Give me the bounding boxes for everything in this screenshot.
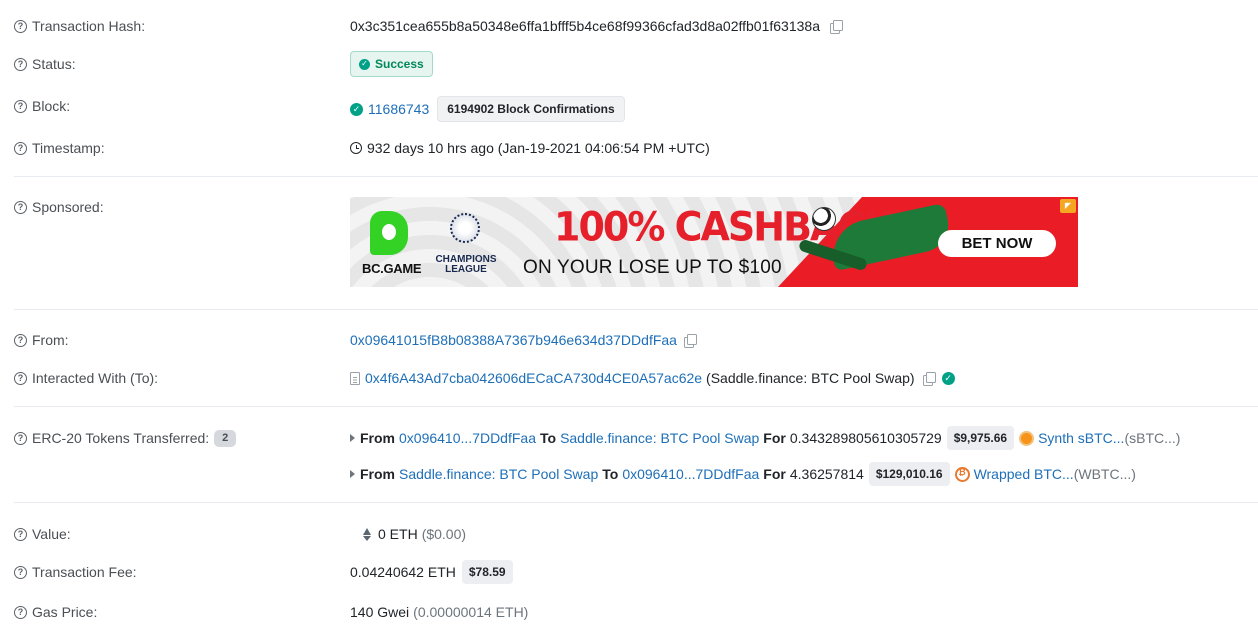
caret-right-icon[interactable] xyxy=(350,434,355,442)
gas-price-gwei: 140 Gwei xyxy=(350,604,410,620)
sponsored-label: Sponsored: xyxy=(32,199,104,215)
divider xyxy=(14,406,1258,407)
divider xyxy=(14,502,1258,503)
value-label: Value: xyxy=(32,526,71,542)
help-icon[interactable]: ? xyxy=(14,333,27,347)
divider xyxy=(14,309,1258,310)
copy-icon[interactable] xyxy=(683,333,697,348)
ad-league: CHAMPIONS LEAGUE xyxy=(435,254,497,275)
value-usd: ($0.00) xyxy=(421,526,467,542)
from-row: ? From: 0x09641015fB8b08388A7367b946e634d… xyxy=(14,328,1258,352)
soccer-ball-icon xyxy=(812,207,836,231)
caret-right-icon[interactable] xyxy=(350,470,355,478)
transfer-from-link[interactable]: Saddle.finance: BTC Pool Swap xyxy=(399,466,598,482)
value-eth: 0 ETH xyxy=(378,526,418,542)
confirmations-badge: 6194902 Block Confirmations xyxy=(437,96,625,122)
sponsored-banner[interactable]: BC.GAME CHAMPIONS LEAGUE 100% CASHBACK O… xyxy=(350,197,1078,287)
status-badge: ✓ Success xyxy=(350,51,433,77)
help-icon[interactable]: ? xyxy=(14,57,27,71)
verified-check-icon: ✓ xyxy=(941,371,955,385)
block-number-link[interactable]: 11686743 xyxy=(368,101,429,117)
gas-price-row: ? Gas Price: 140 Gwei (0.00000014 ETH) xyxy=(14,600,1258,624)
help-icon[interactable]: ? xyxy=(14,431,27,445)
status-row: ? Status: ✓ Success xyxy=(14,51,1258,77)
help-icon[interactable]: ? xyxy=(14,371,27,385)
contract-name: (Saddle.finance: BTC Pool Swap) xyxy=(706,370,915,386)
copy-icon[interactable] xyxy=(922,371,936,386)
fee-usd-badge: $78.59 xyxy=(461,560,513,584)
tx-hash-value: 0x3c351cea655b8a50348e6ffa1bfff5b4ce68f9… xyxy=(350,18,820,34)
gas-price-eth: (0.00000014 ETH) xyxy=(413,604,529,620)
clock-icon xyxy=(350,142,362,154)
contract-icon xyxy=(350,371,360,385)
tx-hash-row: ? Transaction Hash: 0x3c351cea655b8a50348… xyxy=(14,14,1258,38)
transfer-to-link[interactable]: Saddle.finance: BTC Pool Swap xyxy=(560,430,759,446)
help-icon[interactable]: ? xyxy=(14,565,27,579)
check-circle-icon: ✓ xyxy=(350,102,363,116)
transfer-amount: 0.343289805610305729 xyxy=(789,430,942,446)
transfer-item: From 0x096410...7DDdfFaa To Saddle.finan… xyxy=(350,426,1180,450)
block-label: Block: xyxy=(32,98,71,114)
champions-league-logo-icon xyxy=(450,213,480,243)
transfer-item: From Saddle.finance: BTC Pool Swap To 0x… xyxy=(350,462,1136,486)
interacted-row: ? Interacted With (To): 0x4f6A43Ad7cba042… xyxy=(14,366,1258,390)
wbtc-token-icon xyxy=(954,466,970,482)
ad-info-icon[interactable]: ◤ xyxy=(1060,199,1076,213)
token-link[interactable]: Wrapped BTC... xyxy=(974,466,1074,482)
timestamp-row: ? Timestamp: 932 days 10 hrs ago (Jan-19-… xyxy=(14,136,1258,160)
status-label: Status: xyxy=(32,56,76,72)
ad-brand: BC.GAME xyxy=(362,261,422,276)
fee-label: Transaction Fee: xyxy=(32,564,137,580)
help-icon[interactable]: ? xyxy=(14,200,27,214)
timestamp-value: 932 days 10 hrs ago (Jan-19-2021 04:06:5… xyxy=(367,140,710,156)
ad-subtext: ON YOUR LOSE UP TO $100 xyxy=(523,257,782,278)
copy-icon[interactable] xyxy=(829,19,843,34)
transfer-amount: 4.36257814 xyxy=(789,466,864,482)
erc20-row-2: From Saddle.finance: BTC Pool Swap To 0x… xyxy=(14,462,1258,486)
transfer-from-link[interactable]: 0x096410...7DDdfFaa xyxy=(399,430,536,446)
transfer-count-badge: 2 xyxy=(214,429,237,447)
gas-price-label: Gas Price: xyxy=(32,604,98,620)
interacted-label: Interacted With (To): xyxy=(32,370,159,386)
help-icon[interactable]: ? xyxy=(14,19,27,33)
erc20-label: ERC-20 Tokens Transferred: xyxy=(32,430,210,446)
ethereum-icon xyxy=(363,527,371,541)
token-symbol: (sBTC...) xyxy=(1124,430,1181,446)
block-row: ? Block: ✓ 11686743 6194902 Block Confirm… xyxy=(14,94,1258,122)
help-icon[interactable]: ? xyxy=(14,605,27,619)
fee-row: ? Transaction Fee: 0.04240642 ETH $78.59 xyxy=(14,560,1258,584)
transfer-to-link[interactable]: 0x096410...7DDdfFaa xyxy=(622,466,759,482)
status-text: Success xyxy=(375,57,424,71)
usd-value-badge: $9,975.66 xyxy=(946,426,1015,450)
help-icon[interactable]: ? xyxy=(14,99,27,113)
timestamp-label: Timestamp: xyxy=(32,140,105,156)
usd-value-badge: $129,010.16 xyxy=(868,462,950,486)
sbtc-token-icon xyxy=(1019,430,1035,446)
tx-hash-label: Transaction Hash: xyxy=(32,18,146,34)
erc20-row: ? ERC-20 Tokens Transferred: 2 From 0x0964… xyxy=(14,426,1258,450)
from-address-link[interactable]: 0x09641015fB8b08388A7367b946e634d37DDdfF… xyxy=(350,332,677,348)
help-icon[interactable]: ? xyxy=(14,141,27,155)
from-label: From: xyxy=(32,332,69,348)
help-icon[interactable]: ? xyxy=(14,527,27,541)
fee-eth: 0.04240642 ETH xyxy=(350,564,456,580)
divider xyxy=(14,176,1258,177)
value-row: ? Value: 0 ETH ($0.00) xyxy=(14,522,1258,546)
token-symbol: (WBTC...) xyxy=(1073,466,1136,482)
bc-game-logo-icon xyxy=(370,211,408,255)
token-link[interactable]: Synth sBTC... xyxy=(1038,430,1124,446)
check-circle-icon: ✓ xyxy=(359,58,370,70)
bet-now-button[interactable]: BET NOW xyxy=(938,230,1056,257)
contract-address-link[interactable]: 0x4f6A43Ad7cba042606dECaCA730d4CE0A57ac6… xyxy=(365,370,702,386)
